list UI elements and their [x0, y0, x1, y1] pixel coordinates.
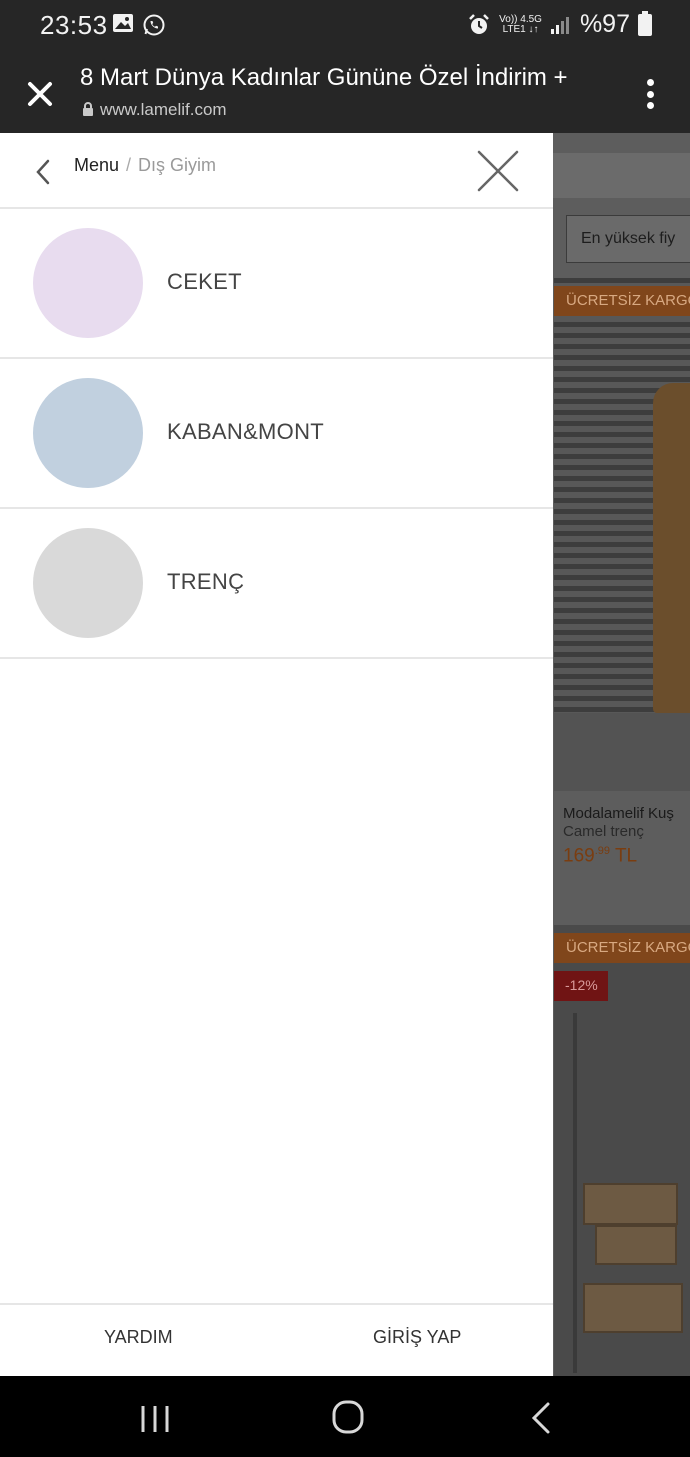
drawer-header: Menu / Dış Giyim — [0, 133, 553, 209]
home-icon[interactable] — [331, 1399, 365, 1435]
category-item-trenc[interactable]: TRENÇ — [0, 509, 553, 659]
price-integer: 169 — [563, 845, 595, 867]
network-indicator: Vo)) 4.5G LTE1 ↓↑ — [499, 13, 542, 35]
crate-shape — [583, 1183, 678, 1225]
page-title: 8 Mart Dünya Kadınlar Gününe Özel İndiri… — [80, 64, 568, 91]
product-subtitle: Camel trenç — [563, 823, 644, 840]
alarm-icon — [469, 13, 490, 34]
url-text[interactable]: www.lamelif.com — [100, 100, 227, 120]
whatsapp-icon — [143, 14, 165, 36]
category-label: TRENÇ — [167, 569, 245, 594]
help-link[interactable]: YARDIM — [104, 1327, 173, 1348]
category-label: KABAN&MONT — [167, 419, 325, 444]
network-lte: LTE1 ↓↑ — [502, 23, 539, 35]
breadcrumb-separator: / — [126, 155, 132, 175]
close-icon[interactable] — [476, 149, 520, 193]
crate-shape — [595, 1225, 677, 1265]
crate-shape — [583, 1283, 683, 1333]
background-product-page: En yüksek fiy ÜCRETSİZ KARGO Modalamelif… — [553, 133, 690, 1376]
signal-icon — [550, 16, 569, 34]
login-link[interactable]: GİRİŞ YAP — [373, 1327, 461, 1348]
product-price: 169.99 TL — [563, 845, 637, 867]
back-icon[interactable] — [529, 1401, 553, 1435]
category-item-kaban-mont[interactable]: KABAN&MONT — [0, 359, 553, 509]
breadcrumb-current: Dış Giyim — [138, 155, 217, 175]
close-icon[interactable] — [22, 76, 58, 112]
category-drawer: Menu / Dış Giyim CEKET KABAN&MONT TRENÇ YA… — [0, 133, 553, 1376]
custom-tab-toolbar: 8 Mart Dünya Kadınlar Gününe Özel İndiri… — [0, 54, 690, 133]
status-bar: 23:53 Vo)) 4.5G LTE1 ↓↑ %97 — [0, 0, 690, 54]
sort-select[interactable]: En yüksek fiy — [566, 215, 690, 263]
category-thumbnail — [33, 378, 143, 488]
notification-icons — [112, 13, 166, 37]
background-filter-band — [553, 153, 690, 198]
category-thumbnail — [33, 228, 143, 338]
chevron-left-icon[interactable] — [30, 155, 56, 189]
price-currency: TL — [614, 845, 638, 867]
gallery-icon — [113, 14, 133, 32]
status-time: 23:53 — [40, 10, 108, 40]
breadcrumb: Menu / Dış Giyim — [74, 155, 216, 176]
shelf-post — [573, 1013, 577, 1373]
network-type: Vo)) 4.5G — [499, 13, 542, 25]
product-coat-shape — [653, 383, 690, 713]
recent-apps-icon[interactable] — [138, 1404, 172, 1434]
category-thumbnail — [33, 528, 143, 638]
system-status: Vo)) 4.5G LTE1 ↓↑ %97 — [467, 10, 652, 39]
drawer-footer: YARDIM GİRİŞ YAP — [0, 1303, 553, 1376]
breadcrumb-root[interactable]: Menu — [74, 155, 119, 175]
price-decimal: .99 — [594, 845, 610, 857]
category-item-ceket[interactable]: CEKET — [0, 209, 553, 359]
discount-badge: -12% — [554, 971, 608, 1001]
battery-icon — [638, 10, 652, 36]
product-name[interactable]: Modalamelif Kuş — [563, 805, 674, 822]
overflow-menu-icon[interactable] — [640, 76, 660, 112]
free-shipping-badge-2: ÜCRETSİZ KARGO — [554, 933, 690, 963]
category-label: CEKET — [167, 269, 242, 294]
lock-icon — [83, 102, 93, 116]
system-nav-bar — [0, 1376, 690, 1457]
free-shipping-badge: ÜCRETSİZ KARGO — [554, 286, 690, 316]
battery-percent: %97 — [579, 10, 630, 38]
product-image-floor — [554, 713, 690, 791]
